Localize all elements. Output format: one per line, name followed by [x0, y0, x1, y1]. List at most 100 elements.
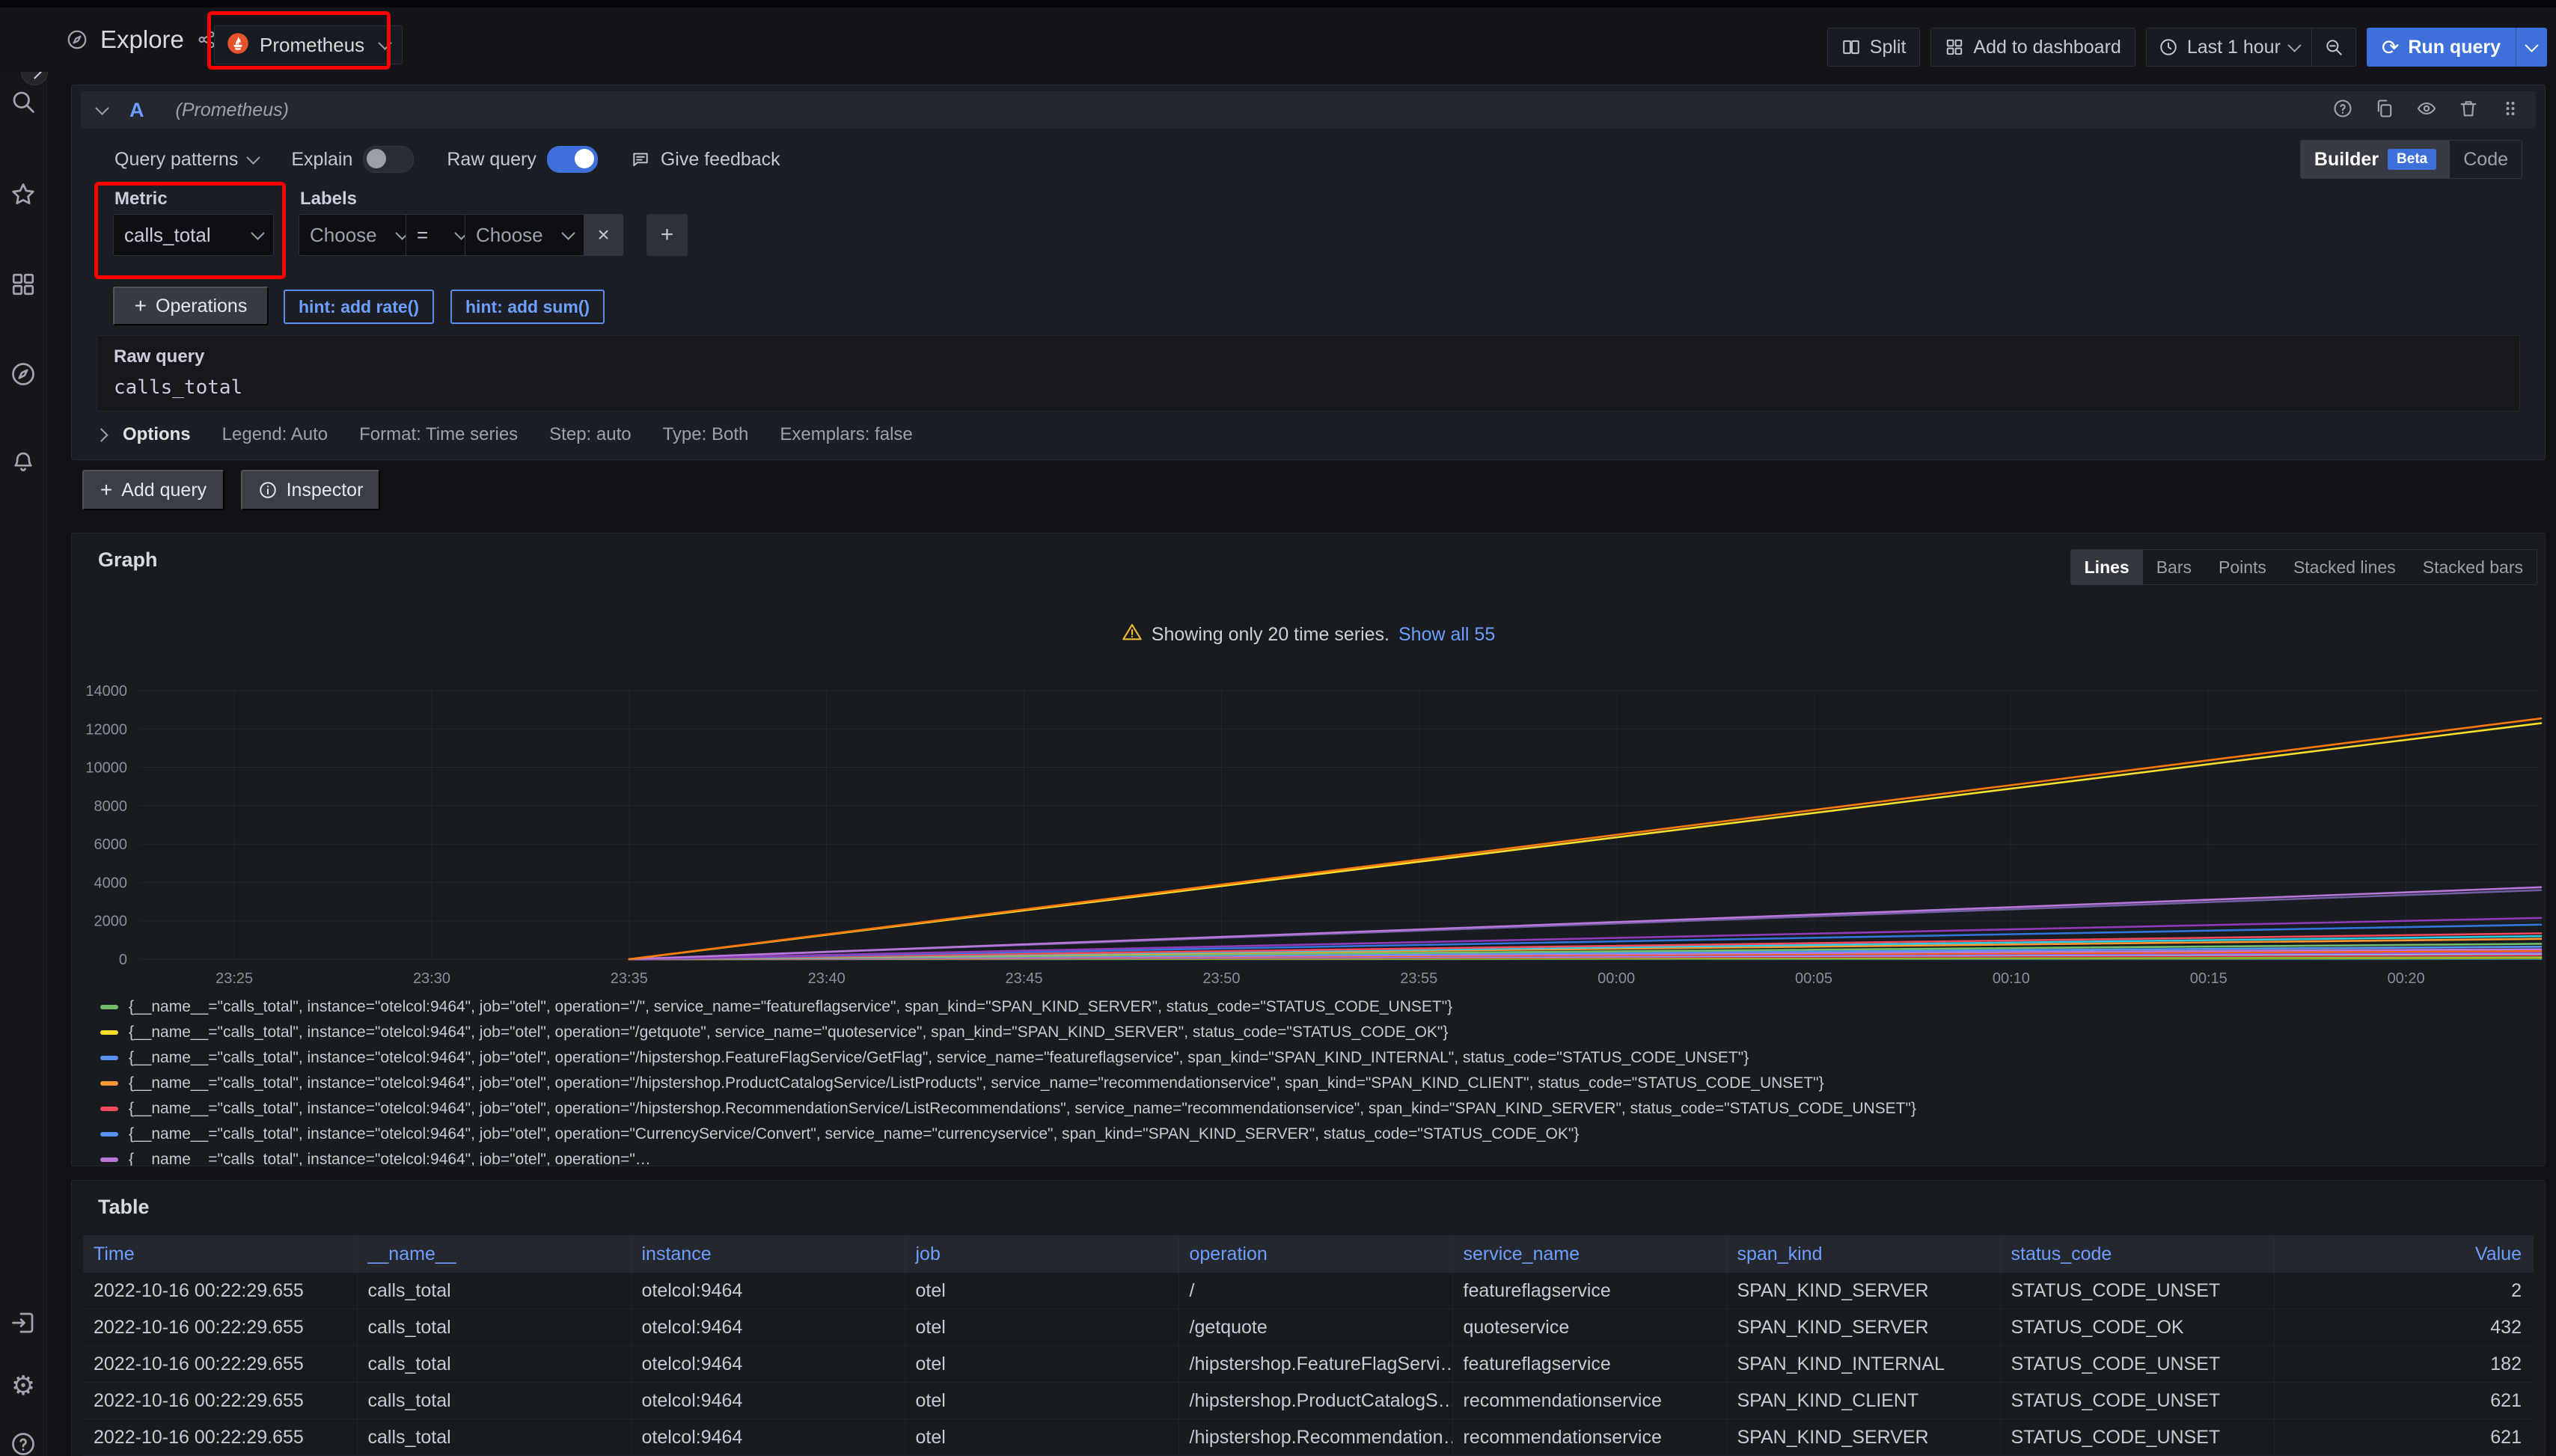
starred-icon[interactable]: [10, 181, 37, 208]
query-editor-panel: A (Prometheus) Query patterns Explain Ra…: [71, 85, 2546, 460]
graph-mode-tab[interactable]: Points: [2205, 550, 2280, 584]
table-row[interactable]: 2022-10-16 00:22:29.655calls_total otelc…: [83, 1273, 2534, 1309]
code-tab[interactable]: Code: [2450, 141, 2522, 178]
legend-series-label: {__name__="calls_total", instance="otelc…: [129, 1049, 1749, 1067]
legend-item[interactable]: {__name__="calls_total", instance="otelc…: [100, 1071, 2537, 1096]
nav-sidebar: ⚙: [0, 7, 47, 1456]
explain-toggle[interactable]: [363, 146, 414, 173]
delete-query-trash-icon[interactable]: [2458, 98, 2479, 123]
query-hint-button[interactable]: hint: add rate(): [284, 290, 434, 324]
run-query-button[interactable]: ⟳ Run query: [2367, 28, 2547, 67]
options-summary-item: Type: Both: [663, 424, 749, 445]
chevron-down-icon: [251, 226, 264, 239]
label-key-select[interactable]: Choose: [299, 214, 418, 256]
page-title: Explore: [100, 25, 184, 54]
svg-text:23:30: 23:30: [413, 970, 450, 987]
label-value-select[interactable]: Choose: [465, 214, 584, 256]
search-icon[interactable]: [10, 88, 37, 115]
inspector-button[interactable]: Inspector: [241, 470, 380, 510]
table-column-header[interactable]: __name__: [357, 1235, 631, 1273]
table-column-header[interactable]: Value: [2274, 1235, 2534, 1273]
run-query-dropdown[interactable]: [2516, 28, 2547, 67]
graph-mode-tab[interactable]: Lines: [2071, 550, 2143, 584]
add-query-button[interactable]: + Add query: [82, 470, 224, 510]
sign-in-icon[interactable]: [10, 1309, 37, 1336]
legend-series-color: [100, 1132, 118, 1137]
query-patterns-dropdown[interactable]: Query patterns: [114, 149, 258, 171]
split-button[interactable]: Split: [1827, 28, 1921, 67]
metric-select[interactable]: calls_total: [113, 214, 274, 256]
add-to-dashboard-button[interactable]: Add to dashboard: [1930, 28, 2135, 67]
raw-query-toggle[interactable]: [547, 146, 598, 173]
legend-series-label: {__name__="calls_total", instance="otelc…: [129, 1074, 1824, 1092]
chevron-right-icon: [94, 428, 108, 441]
table-row[interactable]: 2022-10-16 00:22:29.655calls_total otelc…: [83, 1383, 2534, 1419]
table-column-header[interactable]: job: [905, 1235, 1178, 1273]
legend-series-color: [100, 1107, 118, 1111]
metric-label: Metric: [114, 189, 168, 209]
alerting-bell-icon[interactable]: [10, 449, 37, 476]
query-help-icon[interactable]: [2332, 98, 2353, 123]
drag-handle-icon[interactable]: [2500, 98, 2521, 123]
options-summary-item: Legend: Auto: [222, 424, 328, 445]
hint-buttons: hint: add rate()hint: add sum(): [284, 85, 621, 120]
svg-text:23:35: 23:35: [611, 970, 648, 987]
operations-button[interactable]: + Operations: [113, 287, 269, 325]
time-zoom-out-button[interactable]: [2311, 28, 2355, 66]
give-feedback-link[interactable]: Give feedback: [631, 149, 780, 171]
graph-mode-tab[interactable]: Stacked lines: [2280, 550, 2409, 584]
gear-icon[interactable]: ⚙: [10, 1372, 37, 1399]
table-row[interactable]: 2022-10-16 00:22:29.655calls_total otelc…: [83, 1346, 2534, 1383]
legend-item[interactable]: {__name__="calls_total", instance="otelc…: [100, 994, 2537, 1020]
chevron-down-icon: [378, 36, 391, 49]
svg-text:23:45: 23:45: [1006, 970, 1043, 987]
query-hint-button[interactable]: hint: add sum(): [450, 290, 605, 324]
query-options-row[interactable]: Options Legend: AutoFormat: Time seriesS…: [97, 418, 2520, 451]
remove-label-filter-button[interactable]: ×: [584, 214, 623, 256]
add-label-filter-button[interactable]: +: [646, 214, 688, 256]
table-header-row: Time__name__instancejoboperationservice_…: [83, 1235, 2534, 1273]
table-column-header[interactable]: status_code: [2000, 1235, 2274, 1273]
graph-legend: {__name__="calls_total", instance="otelc…: [100, 994, 2537, 1166]
raw-query-value: calls_total: [114, 376, 242, 399]
show-all-series-link[interactable]: Show all 55: [1398, 624, 1495, 646]
graph-mode-switcher: LinesBarsPointsStacked linesStacked bars: [2070, 549, 2537, 585]
dashboards-icon[interactable]: [10, 271, 37, 298]
graph-mode-tab[interactable]: Bars: [2143, 550, 2205, 584]
results-table: Time__name__instancejoboperationservice_…: [83, 1235, 2534, 1456]
legend-item[interactable]: {__name__="calls_total", instance="otelc…: [100, 1122, 2537, 1147]
table-row[interactable]: 2022-10-16 00:22:29.655calls_total otelc…: [83, 1419, 2534, 1456]
dashboard-grid-icon: [1945, 37, 1964, 57]
table-column-header[interactable]: span_kind: [1726, 1235, 2000, 1273]
legend-item[interactable]: {__name__="calls_total", instance="otelc…: [100, 1020, 2537, 1045]
builder-code-switch: Builder Beta Code: [2300, 140, 2522, 179]
svg-text:23:55: 23:55: [1400, 970, 1437, 987]
legend-item[interactable]: {__name__="calls_total", instance="otelc…: [100, 1096, 2537, 1122]
time-series-chart[interactable]: 23:2523:3023:3523:4023:4523:5023:5500:00…: [76, 673, 2545, 1017]
builder-tab[interactable]: Builder Beta: [2301, 141, 2450, 178]
raw-query-control: Raw query: [447, 146, 598, 173]
beta-badge: Beta: [2388, 149, 2436, 170]
legend-item[interactable]: {__name__="calls_total", instance="otelc…: [100, 1147, 2537, 1166]
explore-compass-icon[interactable]: [10, 361, 37, 388]
table-column-header[interactable]: service_name: [1452, 1235, 1726, 1273]
table-row[interactable]: 2022-10-16 00:22:29.655calls_total otelc…: [83, 1309, 2534, 1346]
help-icon[interactable]: [10, 1431, 37, 1456]
explore-compass-icon: [66, 28, 88, 51]
table-column-header[interactable]: Time: [83, 1235, 357, 1273]
graph-mode-tab[interactable]: Stacked bars: [2409, 550, 2537, 584]
warning-triangle-icon: [1122, 622, 1143, 648]
clock-icon: [2159, 37, 2178, 57]
datasource-picker[interactable]: Prometheus: [214, 25, 403, 64]
toggle-visibility-eye-icon[interactable]: [2416, 98, 2437, 123]
table-column-header[interactable]: instance: [631, 1235, 905, 1273]
duplicate-query-icon[interactable]: [2374, 98, 2395, 123]
svg-text:0: 0: [119, 952, 127, 968]
svg-text:00:10: 00:10: [1993, 970, 2030, 987]
options-summary-item: Format: Time series: [359, 424, 518, 445]
legend-item[interactable]: {__name__="calls_total", instance="otelc…: [100, 1045, 2537, 1071]
table-column-header[interactable]: operation: [1178, 1235, 1452, 1273]
options-summary-item: Step: auto: [549, 424, 631, 445]
search-minus-icon: [2324, 37, 2343, 57]
time-range-picker[interactable]: Last 1 hour: [2147, 28, 2311, 66]
